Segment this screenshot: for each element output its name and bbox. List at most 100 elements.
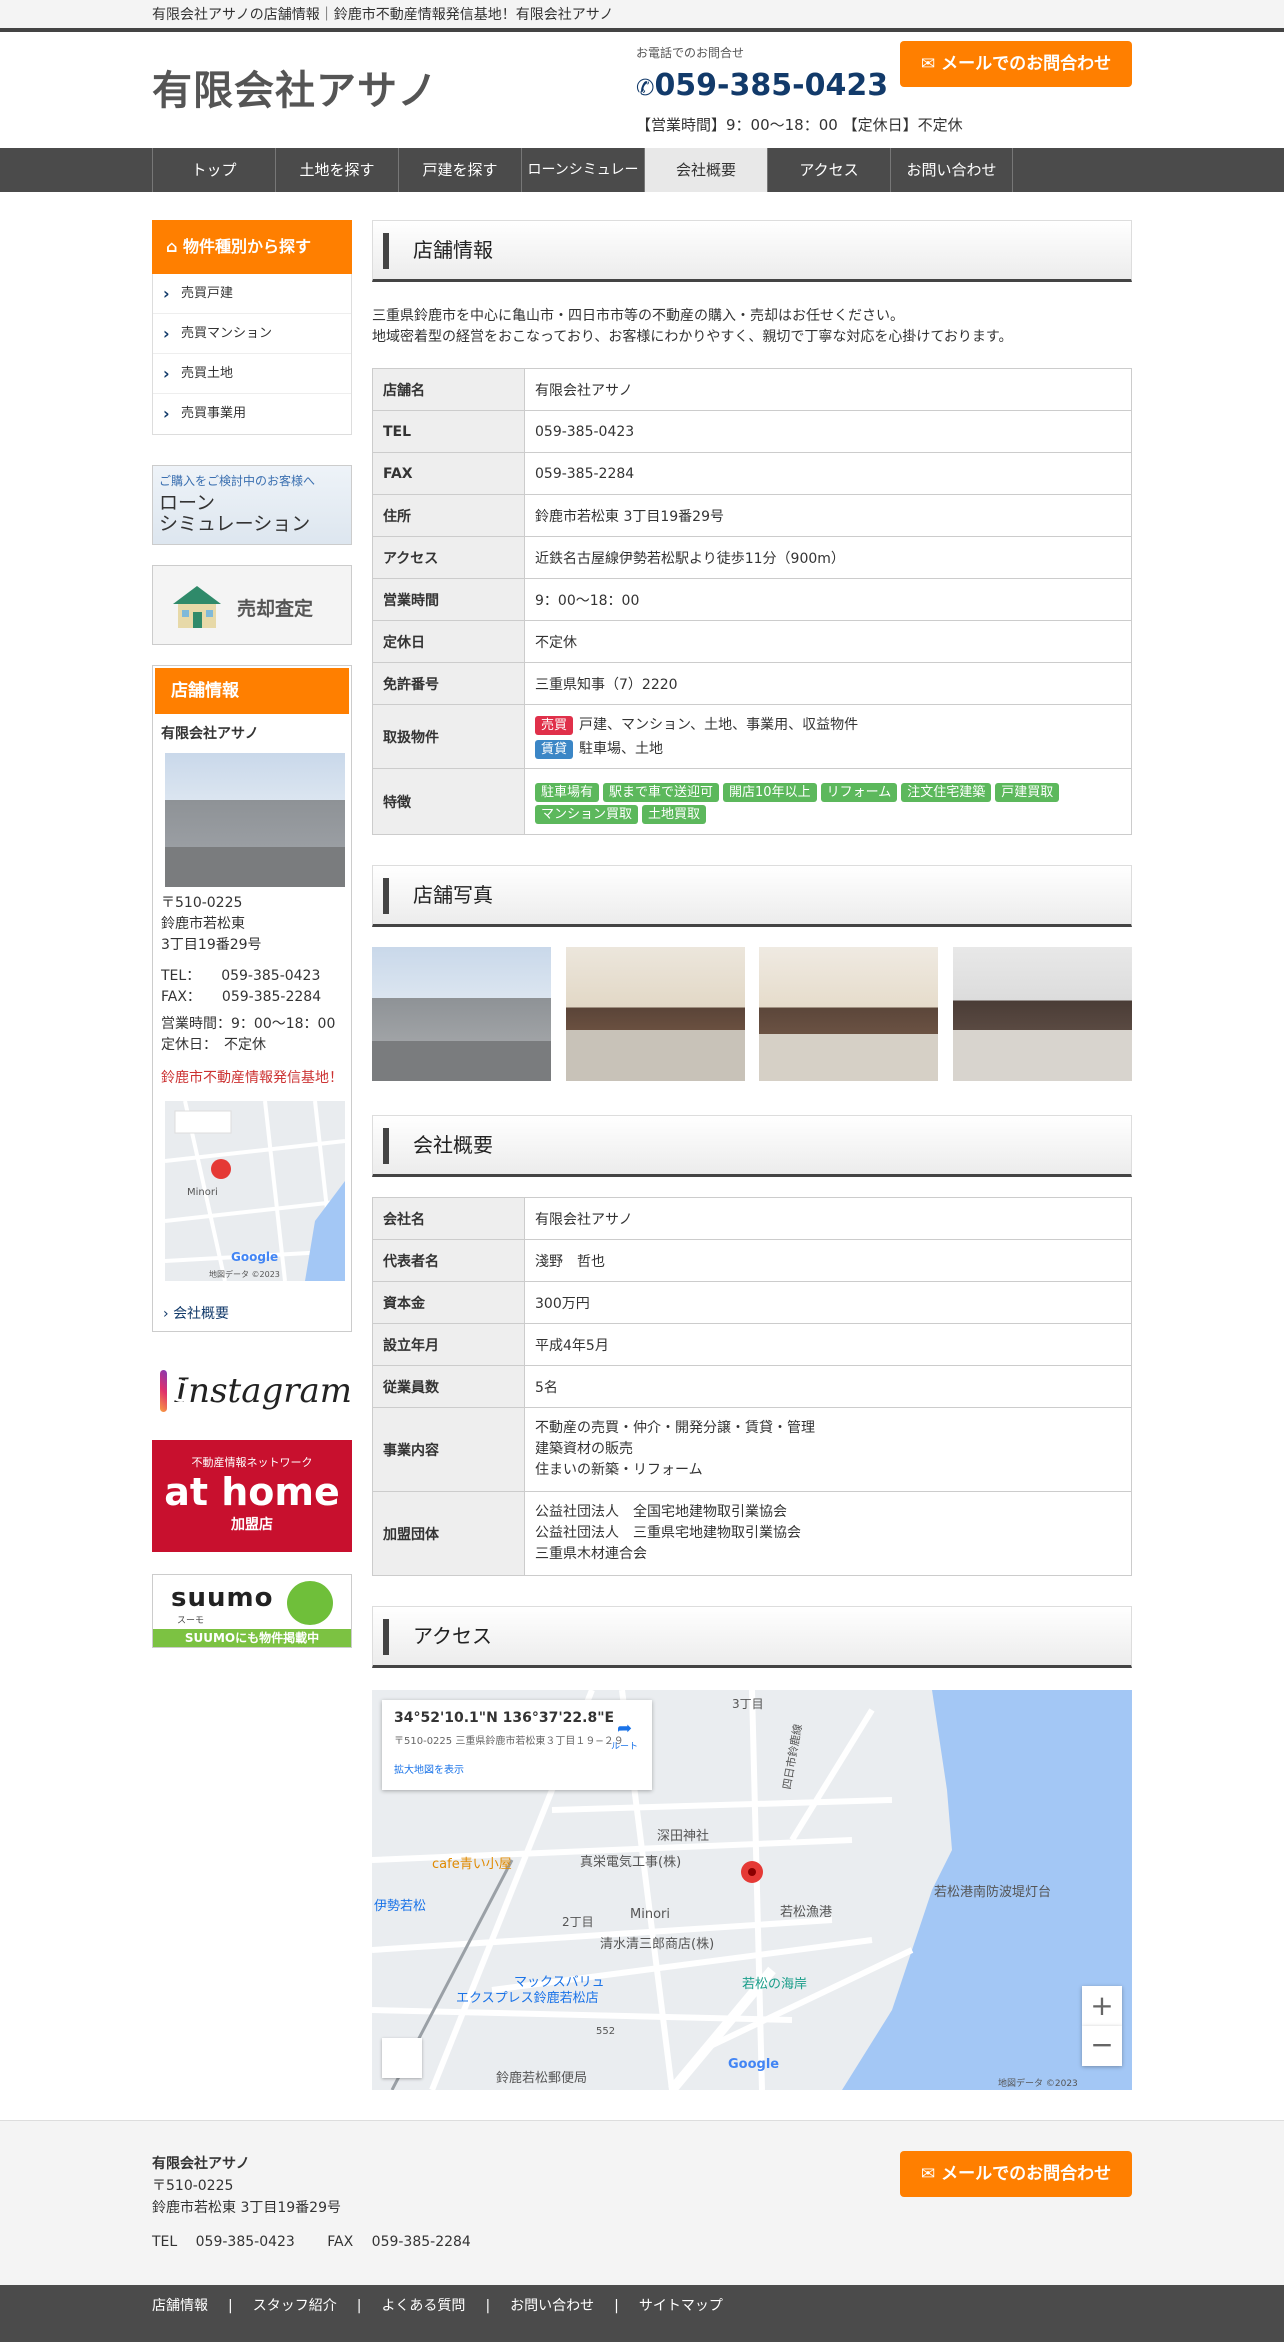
- feature-badge: 注文住宅建築: [901, 782, 992, 802]
- phone-icon: ✆: [636, 76, 655, 101]
- zoom-out-button[interactable]: −: [1082, 2026, 1122, 2066]
- site-footer: 有限会社アサノ 〒510-0225 鈴鹿市若松東 3丁目19番29号 TEL 0…: [0, 2120, 1284, 2285]
- instagram-banner[interactable]: Instagram: [152, 1360, 352, 1422]
- feature-badge: 駐車場有: [535, 782, 600, 802]
- sell-assessment-banner[interactable]: 売却査定: [152, 565, 352, 645]
- shop-zip: 〒510-0225: [161, 895, 243, 911]
- global-nav: トップ 土地を探す 戸建を探す ローンシミュレーション 会社概要 アクセス お問…: [0, 148, 1284, 222]
- nav-house[interactable]: 戸建を探す: [398, 148, 521, 192]
- route-button[interactable]: ➦ ルート: [611, 1718, 638, 1752]
- store-intro: 三重県鈴鹿市を中心に亀山市・四日市市等の不動産の購入・売却はお任せください。 地…: [372, 308, 1013, 345]
- footer-nav: 店舗情報 | スタッフ紹介 | よくある質問 | お問い合わせ | サイトマップ: [0, 2285, 1284, 2342]
- map-info-card: 34°52'10.1"N 136°37'22.8"E 〒510-0225 三重県…: [382, 1700, 652, 1790]
- mail-contact-button[interactable]: ✉ メールでのお問合わせ: [900, 41, 1132, 87]
- map-copyright: 地図データ ©2023: [209, 1269, 280, 1279]
- table-row: 取扱物件 売買 戸建、マンション、土地、事業用、収益物件 賃貸 駐車場、土地: [372, 704, 1132, 769]
- layer-toggle[interactable]: [382, 2038, 422, 2078]
- chevron-right-icon: ›: [163, 1306, 174, 1322]
- table-row: 代表者名 淺野 哲也: [372, 1239, 1132, 1282]
- table-row: 事業内容 不動産の売買・仲介・開発分譲・賃貸・管理 建築資材の販売 住まいの新築・リフ…: [372, 1407, 1132, 1492]
- site-header: 有限会社アサノ お電話でのお問合せ ✆059-385-0423 【営業時間】9：…: [0, 32, 1284, 148]
- category-item[interactable]: › 売買マンション: [153, 314, 351, 354]
- sidebar: ⌂ 物件種別から探す › 売買戸建 › 売買マンション › 売買土地 › 売買事業用 ご…: [152, 220, 352, 1648]
- zoom-in-button[interactable]: +: [1082, 1986, 1122, 2026]
- section-title-access: アクセス: [372, 1606, 1132, 1668]
- athome-banner[interactable]: 不動産情報ネットワーク at home 加盟店: [152, 1440, 352, 1552]
- table-row: 資本金 300万円: [372, 1281, 1132, 1324]
- section-title-company: 会社概要: [372, 1115, 1132, 1177]
- table-row: 会社名 有限会社アサノ: [372, 1197, 1132, 1240]
- map-label: 四日市鈴鹿線: [779, 1723, 804, 1790]
- map-label: 若松の海岸: [742, 1976, 807, 1992]
- feature-badge: 戸建買取: [995, 782, 1060, 802]
- larger-map-link[interactable]: 拡大地図を表示: [394, 1761, 640, 1776]
- footer-contact: TEL 059-385-0423 FAX 059-385-2284: [152, 2234, 471, 2250]
- table-row: 免許番号 三重県知事（7）2220: [372, 662, 1132, 705]
- main-content: 店舗情報 三重県鈴鹿市を中心に亀山市・四日市市等の不動産の購入・売却はお任せくだ…: [372, 220, 1132, 2090]
- nav-loan[interactable]: ローンシミュレーション: [521, 148, 644, 222]
- store-photo-exterior[interactable]: [372, 947, 551, 1081]
- access-map[interactable]: 3丁目 深田神社 cafe青い小屋 真栄電気工事(株) 伊勢若松 2丁目 Min…: [372, 1690, 1132, 2090]
- feature-badge: リフォーム: [820, 782, 898, 802]
- store-photos: [372, 947, 1132, 1081]
- section-title-photos: 店舗写真: [372, 865, 1132, 927]
- footer-mail-button[interactable]: ✉ メールでのお問合わせ: [900, 2151, 1132, 2197]
- shop-info-box: 店舗情報 有限会社アサノ 〒510-0225 鈴鹿市若松東 3丁目19番29号 …: [152, 665, 352, 1332]
- footer-link[interactable]: よくある質問: [381, 2298, 465, 2314]
- table-row: 住所 鈴鹿市若松東 3丁目19番29号: [372, 494, 1132, 537]
- directions-icon: ➦: [616, 1718, 633, 1739]
- site-logo[interactable]: 有限会社アサノ: [152, 58, 438, 116]
- category-item[interactable]: › 売買事業用: [153, 394, 351, 434]
- footer-company-name: 有限会社アサノ: [152, 2156, 250, 2172]
- mail-icon: ✉: [920, 54, 942, 74]
- loan-simulation-banner[interactable]: ご購入をご検討中のお客様へ ローン シミュレーション: [152, 465, 352, 545]
- business-hours: 【営業時間】9：00〜18：00 【定休日】不定休: [636, 116, 963, 134]
- map-label: マックスバリュ: [514, 1975, 605, 1990]
- footer-link[interactable]: お問い合わせ: [510, 2298, 594, 2314]
- store-photo-desk[interactable]: [759, 947, 939, 1081]
- map-coordinates: 34°52'10.1"N 136°37'22.8"E: [394, 1710, 615, 1726]
- map-label: 伊勢若松: [374, 1898, 426, 1914]
- map-label: エクスプレス鈴鹿若松店: [456, 1990, 599, 2006]
- chevron-right-icon: ›: [163, 324, 170, 343]
- shop-fax: FAX： 059-385-2284: [161, 989, 322, 1005]
- house-icon: [173, 586, 221, 628]
- footer-zip: 〒510-0225: [152, 2178, 234, 2194]
- sale-badge: 売買: [535, 716, 574, 735]
- nav-contact[interactable]: お問い合わせ: [890, 148, 1013, 192]
- suumo-banner[interactable]: suumo スーモ SUUMOにも物件掲載中: [152, 1574, 352, 1648]
- store-photo-counter[interactable]: [565, 947, 745, 1081]
- store-photo-meeting[interactable]: [952, 947, 1132, 1081]
- header-phone[interactable]: ✆059-385-0423: [636, 68, 888, 103]
- feature-badge: 駅まで車で送迎可: [603, 782, 720, 802]
- table-row: 加盟団体 公益社団法人 全国宅地建物取引業協会 公益社団法人 三重県宅地建物取引業協…: [372, 1491, 1132, 1576]
- feature-badge: マンション買取: [535, 804, 639, 824]
- category-heading: ⌂ 物件種別から探す: [152, 220, 352, 274]
- footer-link[interactable]: サイトマップ: [639, 2298, 723, 2314]
- footer-link[interactable]: スタッフ紹介: [253, 2298, 337, 2314]
- table-row: FAX 059-385-2284: [372, 452, 1132, 495]
- company-overview-link[interactable]: › 会社概要: [155, 1291, 349, 1329]
- table-row: 店舗名 有限会社アサノ: [372, 368, 1132, 411]
- category-item[interactable]: › 売買戸建: [153, 274, 351, 314]
- feature-badge: 土地買取: [642, 804, 707, 824]
- footer-address: 鈴鹿市若松東 3丁目19番29号: [152, 2200, 341, 2216]
- map-label: 552: [596, 2026, 615, 2037]
- map-canvas: Minori Google 地図データ ©2023: [165, 1101, 345, 1281]
- google-logo: Google: [231, 1250, 278, 1264]
- shop-name: 有限会社アサノ: [161, 726, 259, 742]
- mini-map[interactable]: Minori Google 地図データ ©2023: [165, 1101, 345, 1281]
- shop-info-heading: 店舗情報: [155, 668, 349, 714]
- section-title-store: 店舗情報: [372, 220, 1132, 282]
- nav-top[interactable]: トップ: [152, 148, 275, 192]
- nav-company[interactable]: 会社概要: [644, 148, 767, 192]
- map-place-label: Minori: [187, 1187, 218, 1198]
- google-logo: Google: [728, 2057, 779, 2072]
- map-label: cafe青い小屋: [432, 1857, 512, 1872]
- category-item[interactable]: › 売買土地: [153, 354, 351, 394]
- nav-access[interactable]: アクセス: [767, 148, 890, 192]
- feature-badge: 開店10年以上: [723, 782, 817, 802]
- footer-link[interactable]: 店舗情報: [152, 2298, 208, 2314]
- nav-land[interactable]: 土地を探す: [275, 148, 398, 192]
- table-row: 特徴 駐車場有 駅まで車で送迎可 開店10年以上 リフォーム 注文住宅建築 戸建買取 マン…: [372, 768, 1132, 835]
